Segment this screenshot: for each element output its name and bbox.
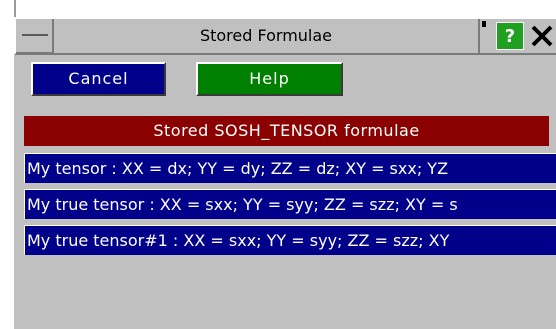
list-item[interactable]: My tensor : XX = dx; YY = dy; ZZ = dz; X… xyxy=(24,153,556,183)
help-button[interactable]: Help xyxy=(196,62,343,96)
close-icon[interactable] xyxy=(528,21,556,51)
window-notch xyxy=(14,0,16,17)
title-tick-mark xyxy=(482,21,486,27)
cancel-button[interactable]: Cancel xyxy=(31,62,166,96)
window-title: Stored Formulae xyxy=(199,26,333,45)
window-left-edge xyxy=(0,0,14,329)
list-item[interactable]: My true tensor#1 : XX = sxx; YY = syy; Z… xyxy=(24,225,556,255)
list-item[interactable]: My true tensor : XX = sxx; YY = syy; ZZ … xyxy=(24,189,556,219)
title-separator xyxy=(478,19,480,53)
window-top-edge xyxy=(0,0,556,17)
minimize-icon xyxy=(22,34,48,36)
help-question-icon[interactable]: ? xyxy=(496,22,524,50)
formulae-list-header: Stored SOSH_TENSOR formulae xyxy=(24,116,549,146)
minimize-button[interactable] xyxy=(16,19,54,53)
